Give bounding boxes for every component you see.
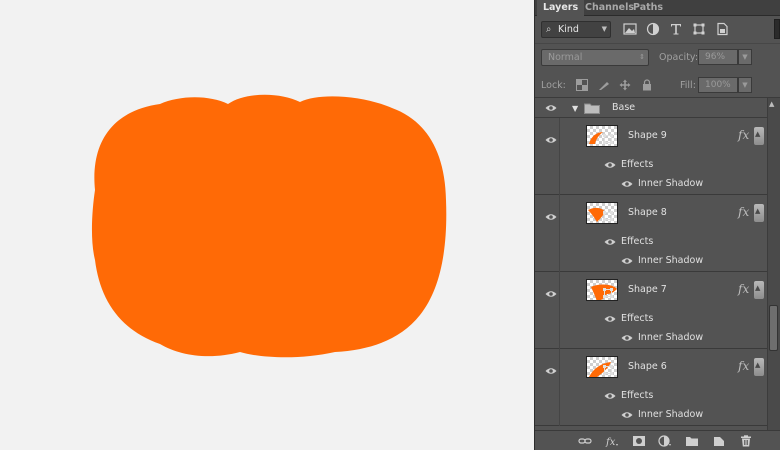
visibility-eye-icon[interactable]	[545, 367, 557, 375]
pumpkin-shape	[91, 94, 447, 358]
fill-label: Fill:	[680, 80, 696, 91]
shape-filter-icon[interactable]	[692, 22, 706, 36]
chevron-down-icon: ▼	[601, 25, 607, 33]
layer-effects-fx-icon[interactable]: fx	[738, 205, 749, 219]
tab-paths[interactable]: Paths	[627, 0, 669, 16]
new-layer-icon[interactable]	[712, 435, 726, 447]
smart-object-filter-icon[interactable]	[715, 22, 729, 36]
layers-scrollbar-thumb[interactable]	[769, 305, 778, 351]
folder-icon	[584, 103, 600, 114]
collapse-effects-arrow[interactable]	[754, 281, 764, 299]
fill-input[interactable]: 100%	[698, 77, 738, 93]
indent-divider	[559, 349, 560, 426]
vector-mask-icon	[603, 211, 613, 221]
effects-label: Effects	[621, 390, 654, 401]
layers-list: ▼ Base Shape 9 fx ▲ Effects Inner Shadow…	[535, 98, 767, 430]
panel-tab-bar: Layers Channels Paths	[535, 0, 780, 17]
indent-divider	[559, 195, 560, 272]
image-filter-icon[interactable]	[623, 22, 637, 36]
effects-visibility-eye-icon[interactable]	[604, 392, 616, 400]
updown-arrows-icon: ⇕	[639, 53, 645, 61]
inner-shadow-effect[interactable]: Inner Shadow	[638, 255, 703, 266]
opacity-label: Opacity:	[659, 52, 699, 63]
add-layer-style-icon[interactable]: fx	[605, 435, 619, 447]
indent-divider	[559, 272, 560, 349]
indent-divider	[559, 118, 560, 195]
adjustment-filter-icon[interactable]	[646, 22, 660, 36]
group-name: Base	[612, 102, 636, 113]
blend-opacity-row: Normal ⇕ Opacity: 96% ▼	[535, 44, 780, 72]
layer-effects-fx-icon[interactable]: fx	[738, 282, 749, 296]
filter-row: ⌕ Kind ▼	[535, 16, 780, 44]
lock-image-pixels-icon[interactable]	[598, 79, 610, 91]
layer-name: Shape 6	[628, 361, 667, 372]
opacity-dropdown-arrow[interactable]: ▼	[738, 49, 752, 65]
group-row-base[interactable]: ▼ Base	[535, 98, 767, 118]
collapse-effects-arrow[interactable]	[754, 358, 764, 376]
svg-text:fx: fx	[605, 437, 616, 447]
layer-name: Shape 8	[628, 207, 667, 218]
layer-row-shape-9[interactable]: Shape 9 fx Effects Inner Shadow	[535, 118, 767, 195]
collapse-effects-arrow[interactable]	[754, 127, 764, 145]
pumpkin-body	[91, 94, 447, 358]
visibility-eye-icon[interactable]	[545, 213, 557, 221]
panel-bottom-toolbar: fx	[535, 430, 780, 450]
visibility-eye-icon[interactable]	[545, 104, 557, 112]
inner-shadow-visibility-eye-icon[interactable]	[621, 257, 633, 265]
blend-mode-select[interactable]: Normal ⇕	[541, 49, 649, 66]
layer-row-shape-8[interactable]: Shape 8 fx Effects Inner Shadow	[535, 195, 767, 272]
effects-visibility-eye-icon[interactable]	[604, 315, 616, 323]
lock-label: Lock:	[541, 80, 566, 91]
effects-label: Effects	[621, 236, 654, 247]
document-canvas[interactable]	[0, 0, 534, 450]
layers-scrollbar-track[interactable]	[767, 98, 780, 430]
visibility-eye-icon[interactable]	[545, 136, 557, 144]
blend-mode-value: Normal	[548, 52, 583, 63]
link-layers-icon[interactable]	[578, 435, 592, 447]
kind-filter-label: Kind	[558, 24, 579, 35]
vector-mask-icon	[603, 365, 613, 375]
search-icon: ⌕	[546, 24, 552, 35]
new-adjustment-layer-icon[interactable]	[658, 435, 672, 447]
effects-label: Effects	[621, 159, 654, 170]
inner-shadow-effect[interactable]: Inner Shadow	[638, 409, 703, 420]
layer-row-shape-7[interactable]: Shape 7 fx Effects Inner Shadow	[535, 272, 767, 349]
layer-row-shape-6[interactable]: Shape 6 fx Effects Inner Shadow	[535, 349, 767, 426]
new-group-icon[interactable]	[685, 435, 699, 447]
lock-all-icon[interactable]	[641, 79, 653, 91]
lock-position-icon[interactable]	[619, 79, 631, 91]
opacity-input[interactable]: 96%	[698, 49, 738, 65]
vector-mask-icon	[603, 288, 613, 298]
scroll-up-arrow-icon[interactable]: ▲	[769, 100, 774, 108]
layer-effects-fx-icon[interactable]: fx	[738, 128, 749, 142]
tab-layers[interactable]: Layers	[537, 0, 585, 17]
inner-shadow-visibility-eye-icon[interactable]	[621, 334, 633, 342]
add-mask-icon[interactable]	[632, 435, 646, 447]
effects-visibility-eye-icon[interactable]	[604, 161, 616, 169]
filter-toggle-switch[interactable]	[774, 19, 780, 39]
lock-transparent-pixels-icon[interactable]	[576, 79, 588, 91]
vector-mask-icon	[603, 134, 613, 144]
kind-filter-select[interactable]: ⌕ Kind ▼	[541, 21, 611, 38]
inner-shadow-effect[interactable]: Inner Shadow	[638, 178, 703, 189]
visibility-eye-icon[interactable]	[545, 290, 557, 298]
layer-name: Shape 9	[628, 130, 667, 141]
effects-visibility-eye-icon[interactable]	[604, 238, 616, 246]
disclosure-triangle-icon[interactable]: ▼	[572, 104, 578, 113]
layer-name: Shape 7	[628, 284, 667, 295]
layers-panel: Layers Channels Paths ⌕ Kind ▼ Normal ⇕ …	[534, 0, 780, 450]
type-filter-icon[interactable]	[669, 22, 683, 36]
collapse-effects-arrow[interactable]	[754, 204, 764, 222]
inner-shadow-visibility-eye-icon[interactable]	[621, 411, 633, 419]
lock-fill-row: Lock: Fill: 100% ▼	[535, 72, 780, 98]
delete-layer-icon[interactable]	[739, 435, 753, 447]
layer-effects-fx-icon[interactable]: fx	[738, 359, 749, 373]
inner-shadow-visibility-eye-icon[interactable]	[621, 180, 633, 188]
effects-label: Effects	[621, 313, 654, 324]
fill-dropdown-arrow[interactable]: ▼	[738, 77, 752, 93]
inner-shadow-effect[interactable]: Inner Shadow	[638, 332, 703, 343]
